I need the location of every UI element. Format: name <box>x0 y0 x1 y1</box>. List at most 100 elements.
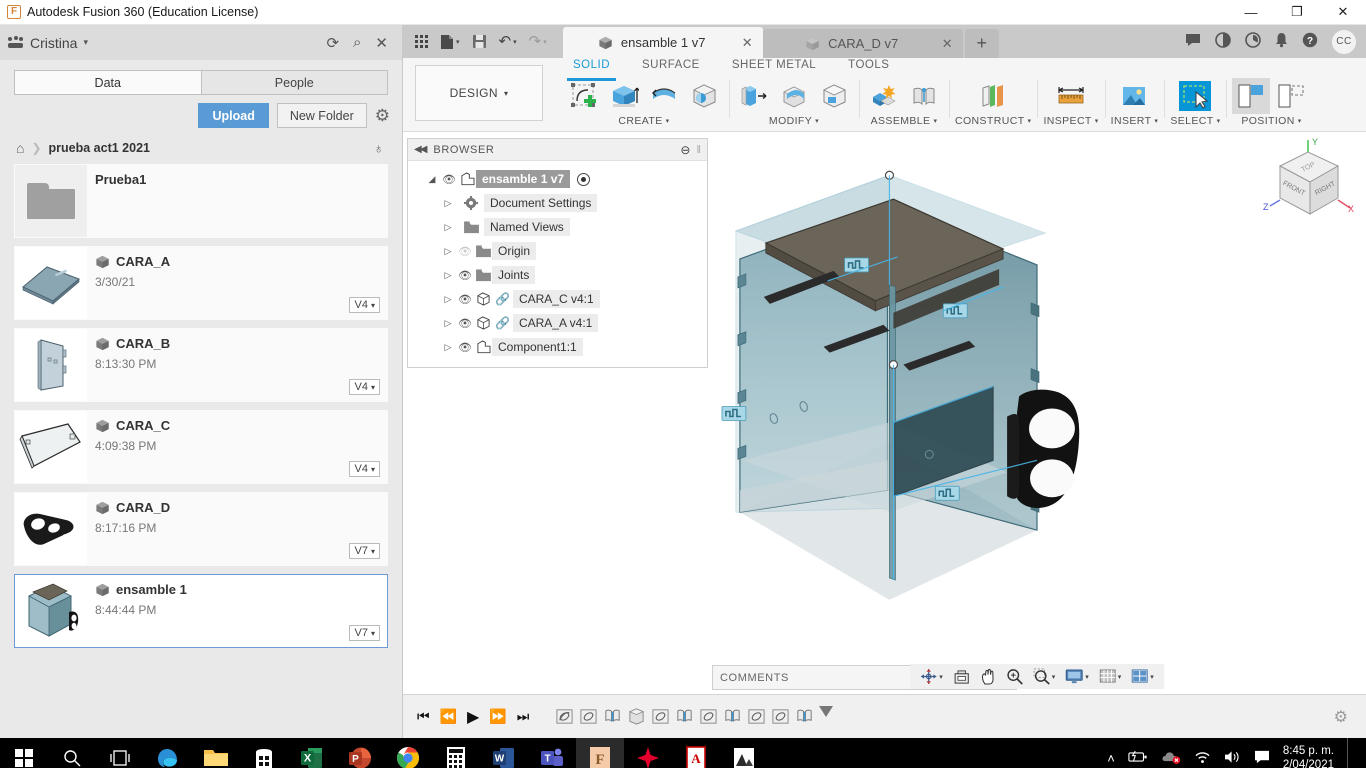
tab-people[interactable]: People <box>201 70 389 95</box>
clock[interactable]: 8:45 p. m. 2/04/2021 <box>1283 744 1334 768</box>
timeline-node-joint[interactable] <box>649 706 671 728</box>
chrome-icon[interactable] <box>384 738 432 768</box>
version-selector[interactable]: V4▾ <box>349 297 380 313</box>
tree-node-named-views[interactable]: ▷ Named Views <box>408 215 707 239</box>
onedrive-error-icon[interactable] <box>1161 750 1181 767</box>
tree-node-root[interactable]: ◢ 👁 ensamble 1 v7 <box>408 167 707 191</box>
close-button[interactable]: ✕ <box>1320 0 1366 25</box>
insert-image-icon[interactable] <box>1115 78 1153 114</box>
wifi-icon[interactable] <box>1194 750 1211 767</box>
zoom-window-icon[interactable]: ▾ <box>1029 666 1060 688</box>
list-item[interactable]: Prueba1 <box>14 164 388 238</box>
display-settings-icon[interactable]: ▾ <box>1061 666 1093 688</box>
fusion360-icon[interactable]: F <box>576 738 624 768</box>
calculator-icon[interactable] <box>432 738 480 768</box>
list-item[interactable]: CARA_A 3/30/21 V4▾ <box>14 246 388 320</box>
timeline-node-component[interactable] <box>625 706 647 728</box>
tab-data[interactable]: Data <box>14 70 201 95</box>
excel-icon[interactable]: X <box>288 738 336 768</box>
save-button[interactable] <box>468 31 491 52</box>
undo-button[interactable]: ↶ ▾ <box>495 32 521 52</box>
close-icon[interactable]: ✕ <box>742 35 753 51</box>
version-selector[interactable]: V7▾ <box>349 625 380 641</box>
go-to-beginning-button[interactable]: ⏮ <box>417 708 430 725</box>
timeline-node-as-built-joint[interactable] <box>793 706 815 728</box>
step-back-button[interactable]: ⏪ <box>440 708 457 725</box>
tree-node-cara-c[interactable]: ▷ 👁 🔗 CARA_C v4:1 <box>408 287 707 311</box>
view-cube[interactable]: TOP FRONT RIGHT Y X Z <box>1262 138 1358 228</box>
close-panel-icon[interactable]: ✕ <box>375 34 388 52</box>
visibility-eye-icon[interactable]: 👁 <box>456 293 474 306</box>
orbit-icon[interactable]: ▾ <box>916 666 947 688</box>
activate-radio[interactable] <box>577 173 590 186</box>
gear-icon[interactable]: ⚙ <box>375 107 390 124</box>
hole-icon[interactable] <box>685 78 723 114</box>
visibility-eye-off-icon[interactable]: 👁 <box>456 245 474 258</box>
timeline-node-as-built-joint[interactable] <box>601 706 623 728</box>
close-icon[interactable]: ✕ <box>942 36 953 52</box>
globe-icon[interactable]: ♁ <box>374 140 385 156</box>
powerpoint-icon[interactable]: P <box>336 738 384 768</box>
grid-snaps-icon[interactable]: ▾ <box>1095 666 1126 688</box>
hub-name[interactable]: Cristina <box>30 35 77 51</box>
minimize-icon[interactable]: ⊖ <box>680 143 690 157</box>
press-pull-icon[interactable] <box>735 78 773 114</box>
list-item[interactable]: CARA_D 8:17:16 PM V7▾ <box>14 492 388 566</box>
expand-arrow-icon[interactable]: ◢ <box>424 174 440 185</box>
tab-surface[interactable]: SURFACE <box>626 58 716 78</box>
collapse-icon[interactable]: ◀◀ <box>414 144 425 155</box>
microsoft-store-icon[interactable] <box>240 738 288 768</box>
expand-arrow-icon[interactable]: ▷ <box>440 342 456 353</box>
search-icon[interactable]: ⌕ <box>353 34 361 52</box>
expand-arrow-icon[interactable]: ▷ <box>440 246 456 257</box>
tree-node-cara-a[interactable]: ▷ 👁 🔗 CARA_A v4:1 <box>408 311 707 335</box>
job-status-icon[interactable] <box>1245 32 1261 52</box>
search-icon[interactable] <box>48 738 96 768</box>
create-sketch-icon[interactable] <box>565 78 603 114</box>
timeline-marker[interactable] <box>819 706 833 717</box>
volume-icon[interactable] <box>1224 750 1241 767</box>
refresh-icon[interactable]: ⟳ <box>326 34 339 52</box>
version-selector[interactable]: V4▾ <box>349 379 380 395</box>
resize-grip[interactable]: ‖ <box>696 144 701 156</box>
expand-arrow-icon[interactable]: ▷ <box>440 294 456 305</box>
tree-node-joints[interactable]: ▷ 👁 Joints <box>408 263 707 287</box>
redo-button[interactable]: ↷ ▾ <box>525 32 551 52</box>
zoom-icon[interactable] <box>1002 666 1027 688</box>
revolve-icon[interactable] <box>645 78 683 114</box>
tree-node-component1[interactable]: ▷ 👁 Component1:1 <box>408 335 707 359</box>
extrude-icon[interactable] <box>605 78 643 114</box>
expand-arrow-icon[interactable]: ▷ <box>440 318 456 329</box>
photos-icon[interactable] <box>720 738 768 768</box>
comments-icon[interactable] <box>1185 33 1201 51</box>
visibility-eye-icon[interactable]: 👁 <box>456 269 474 282</box>
new-folder-button[interactable]: New Folder <box>277 103 367 128</box>
expand-arrow-icon[interactable]: ▷ <box>440 270 456 281</box>
tree-node-document-settings[interactable]: ▷ Document Settings <box>408 191 707 215</box>
new-file-button[interactable]: ▾ <box>436 31 464 53</box>
task-view-icon[interactable] <box>96 738 144 768</box>
apps-grid-icon[interactable] <box>411 32 432 51</box>
help-globe-icon[interactable] <box>1215 32 1231 52</box>
avatar[interactable]: CC <box>1332 30 1356 54</box>
shell-icon[interactable] <box>815 78 853 114</box>
tab-solid[interactable]: SOLID <box>557 58 626 78</box>
tray-chevron-icon[interactable]: ˄ <box>1107 751 1115 766</box>
tab-tools[interactable]: TOOLS <box>832 58 905 78</box>
tree-node-origin[interactable]: ▷ 👁 Origin <box>408 239 707 263</box>
word-icon[interactable]: W <box>480 738 528 768</box>
home-icon[interactable]: ⌂ <box>16 140 24 156</box>
notifications-bell-icon[interactable] <box>1275 32 1288 52</box>
timeline-node-joint[interactable] <box>553 706 575 728</box>
document-tab[interactable]: CARA_D v7 ✕ <box>763 29 963 58</box>
file-explorer-icon[interactable] <box>192 738 240 768</box>
select-window-icon[interactable] <box>1176 78 1214 114</box>
viewports-icon[interactable]: ▾ <box>1127 666 1158 688</box>
upload-button[interactable]: Upload <box>198 103 268 128</box>
document-tab-active[interactable]: ensamble 1 v7 ✕ <box>563 27 763 58</box>
help-icon[interactable]: ? <box>1302 32 1318 52</box>
tab-sheet-metal[interactable]: SHEET METAL <box>716 58 832 78</box>
fillet-icon[interactable] <box>775 78 813 114</box>
offset-plane-icon[interactable] <box>974 78 1012 114</box>
go-to-end-button[interactable]: ⏭ <box>517 708 530 725</box>
